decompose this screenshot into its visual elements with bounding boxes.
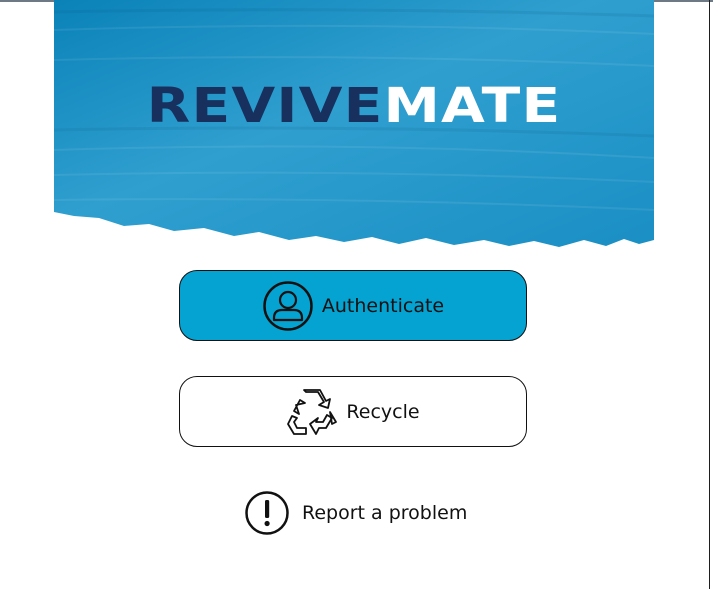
brand-banner: REVIVEMATE [54, 0, 654, 270]
brand-logo: REVIVEMATE [0, 78, 708, 134]
recycle-label: Recycle [346, 400, 420, 423]
paint-stroke-background [54, 0, 654, 247]
recycle-button[interactable]: Recycle [179, 376, 527, 447]
report-problem-link[interactable]: Report a problem [244, 490, 467, 536]
recycle-icon [286, 388, 338, 436]
main-panel: REVIVEMATE Authenticate Recycle Report a… [54, 0, 654, 589]
authenticate-label: Authenticate [321, 294, 445, 317]
authenticate-button[interactable]: Authenticate [179, 270, 527, 341]
brand-logo-part1: REVIVE [146, 78, 384, 134]
brand-logo-part2: MATE [383, 78, 562, 134]
report-problem-label: Report a problem [302, 502, 468, 524]
window-edge [709, 0, 710, 589]
exclamation-icon [244, 490, 290, 536]
user-icon [262, 280, 314, 332]
